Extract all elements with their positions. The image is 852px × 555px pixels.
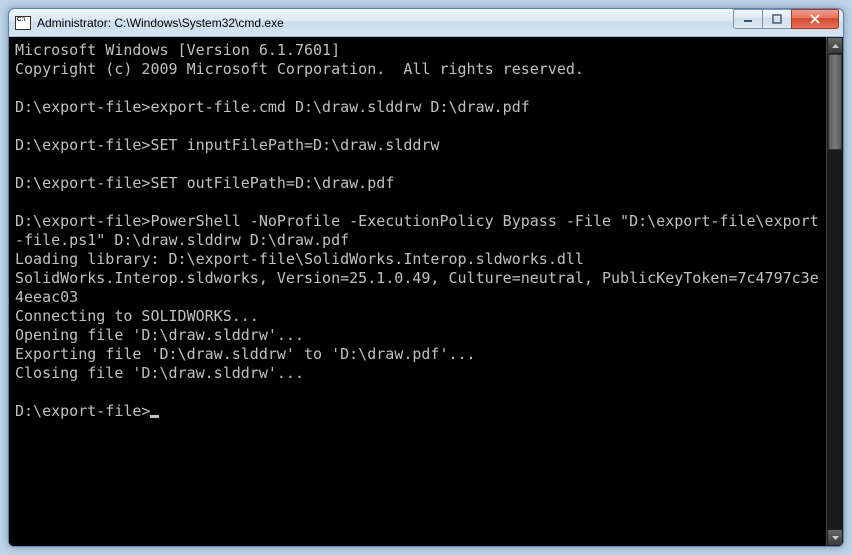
chevron-up-icon bbox=[832, 44, 839, 48]
scrollbar-track[interactable] bbox=[827, 54, 843, 529]
scroll-down-button[interactable] bbox=[827, 529, 843, 546]
close-button[interactable] bbox=[791, 9, 839, 29]
close-icon bbox=[809, 14, 821, 24]
cursor bbox=[150, 415, 159, 418]
terminal-output[interactable]: Microsoft Windows [Version 6.1.7601] Cop… bbox=[9, 37, 826, 546]
minimize-button[interactable] bbox=[733, 9, 763, 29]
command-prompt-window: C:\ Administrator: C:\Windows\System32\c… bbox=[8, 8, 844, 547]
maximize-button[interactable] bbox=[762, 9, 792, 29]
window-title: Administrator: C:\Windows\System32\cmd.e… bbox=[37, 16, 734, 30]
titlebar[interactable]: C:\ Administrator: C:\Windows\System32\c… bbox=[9, 9, 843, 37]
scrollbar-thumb[interactable] bbox=[828, 54, 842, 150]
cmd-icon: C:\ bbox=[15, 16, 31, 30]
scroll-up-button[interactable] bbox=[827, 37, 843, 54]
maximize-icon bbox=[772, 14, 782, 24]
chevron-down-icon bbox=[832, 536, 839, 540]
window-controls bbox=[734, 9, 839, 29]
minimize-icon bbox=[743, 14, 753, 24]
scrollbar[interactable] bbox=[826, 37, 843, 546]
terminal-area: Microsoft Windows [Version 6.1.7601] Cop… bbox=[9, 37, 843, 546]
